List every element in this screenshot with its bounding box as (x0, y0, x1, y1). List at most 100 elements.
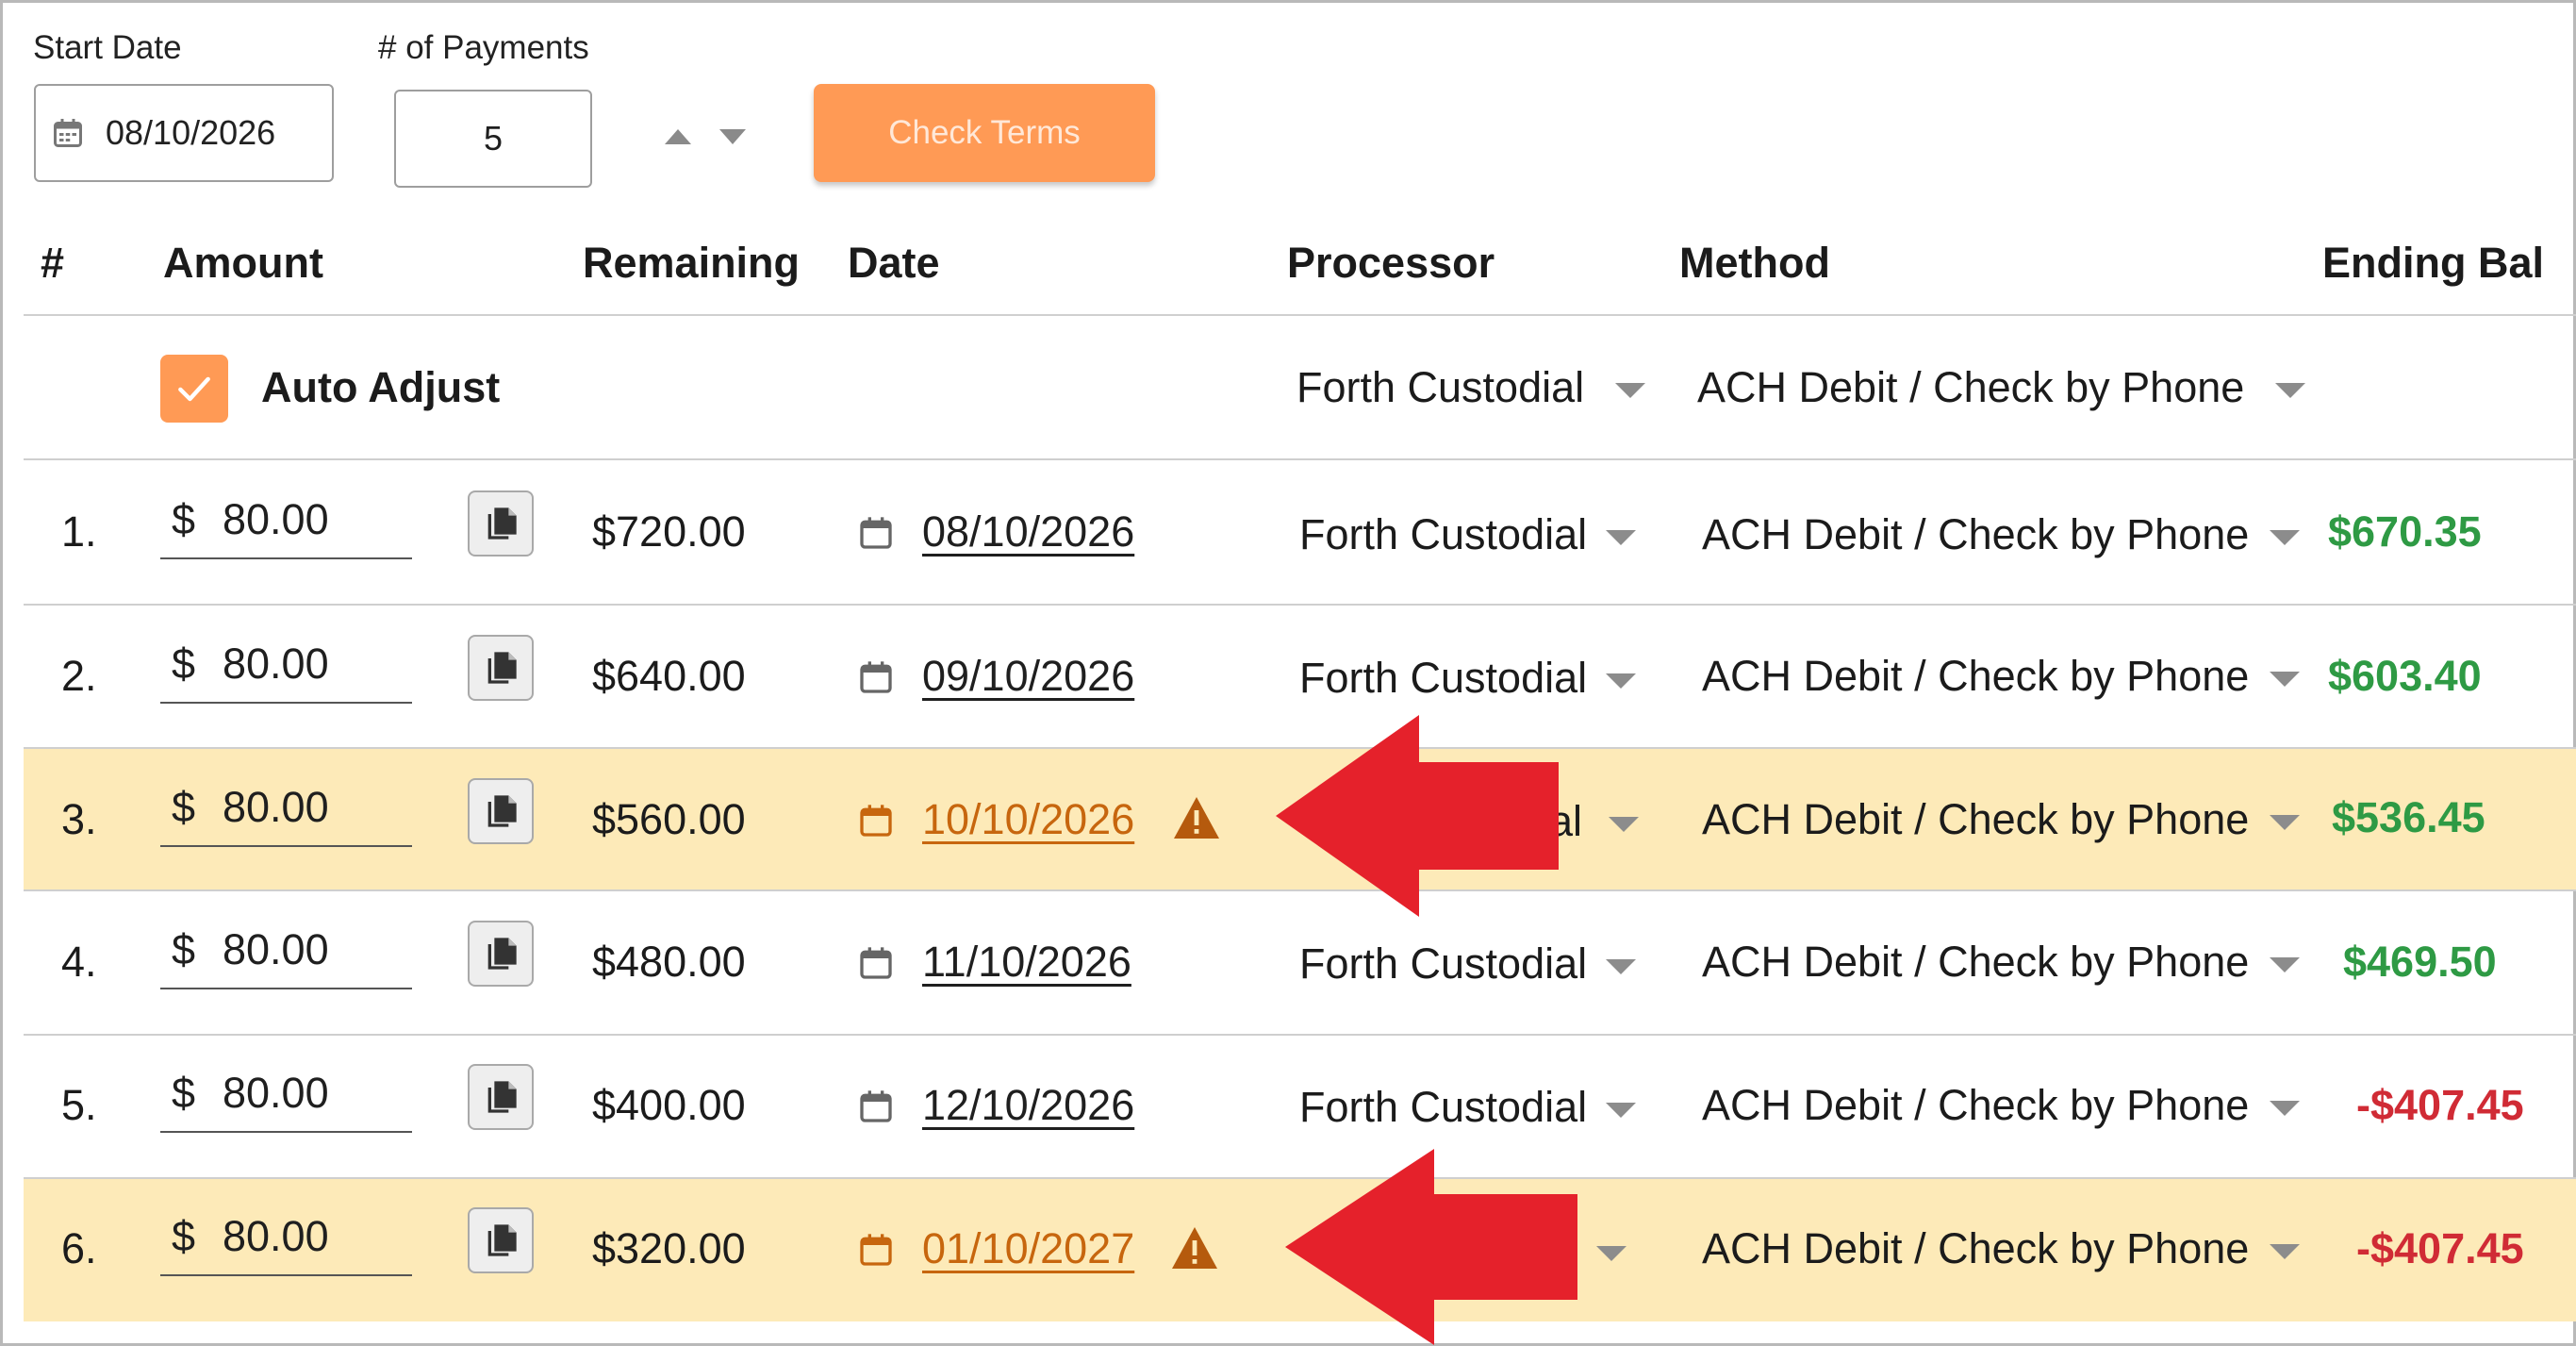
processor-select[interactable]: Forth Custodial (1299, 1083, 1637, 1132)
currency-symbol: $ (172, 783, 196, 831)
decrement-arrow-icon[interactable] (719, 129, 746, 144)
copy-button[interactable] (468, 778, 534, 844)
col-header-method: Method (1679, 239, 1830, 287)
remaining-value: $400.00 (592, 1081, 746, 1129)
payment-date-link[interactable]: 10/10/2026 (922, 795, 1134, 844)
row-number: 3. (61, 795, 97, 843)
currency-symbol: $ (172, 1069, 196, 1117)
processor-value: Forth Custodial (1299, 654, 1588, 702)
currency-symbol: $ (172, 640, 196, 688)
processor-select[interactable]: Forth Custodial (1299, 939, 1637, 989)
chevron-down-icon (1606, 530, 1637, 546)
currency-symbol: $ (172, 1212, 196, 1260)
start-date-input[interactable]: 08/10/2026 (34, 84, 334, 182)
copy-icon (487, 795, 517, 827)
chevron-down-icon (1606, 1103, 1637, 1119)
payment-date-link[interactable]: 09/10/2026 (922, 652, 1134, 701)
remaining-value: $480.00 (592, 938, 746, 986)
method-value: ACH Debit / Check by Phone (1702, 938, 2250, 986)
copy-button[interactable] (468, 635, 534, 701)
divider (24, 604, 2576, 606)
processor-select[interactable]: Forth Custodial (1299, 654, 1637, 703)
method-select[interactable]: ACH Debit / Check by Phone (1702, 1224, 2301, 1273)
amount-input[interactable]: $80.00 (160, 914, 412, 989)
copy-icon (487, 507, 517, 540)
payments-count-label: # of Payments (378, 29, 589, 66)
ending-balance: $536.45 (2332, 793, 2485, 841)
chevron-down-icon (1596, 1246, 1627, 1262)
processor-value: Forth Custodial (1299, 510, 1588, 558)
amount-input[interactable]: $80.00 (160, 1201, 412, 1276)
copy-button[interactable] (468, 490, 534, 557)
chevron-down-icon (1606, 959, 1637, 975)
divider (24, 1034, 2576, 1036)
row-number: 1. (61, 507, 97, 556)
amount-value: 80.00 (223, 1069, 329, 1117)
calendar-icon (857, 943, 895, 988)
payment-date-link[interactable]: 01/10/2027 (922, 1224, 1134, 1273)
chevron-down-icon (1606, 673, 1637, 690)
amount-value: 80.00 (223, 783, 329, 831)
payment-schedule-panel: Start Date 08/10/2026 # of Payments 5 Ch… (0, 0, 2576, 1346)
remaining-value: $720.00 (592, 507, 746, 556)
row-number: 4. (61, 938, 97, 986)
default-processor-value: Forth Custodial (1296, 363, 1585, 411)
chevron-down-icon (1609, 817, 1640, 833)
method-select[interactable]: ACH Debit / Check by Phone (1702, 938, 2301, 987)
method-select[interactable]: ACH Debit / Check by Phone (1702, 510, 2301, 559)
check-terms-button[interactable]: Check Terms (814, 84, 1155, 182)
checkmark-icon (178, 376, 210, 402)
copy-icon (487, 652, 517, 684)
amount-input[interactable]: $80.00 (160, 628, 412, 704)
payment-date-link[interactable]: 11/10/2026 (922, 938, 1131, 987)
remaining-value: $640.00 (592, 652, 746, 700)
copy-button[interactable] (468, 1207, 534, 1273)
red-arrow-annotation (1285, 1149, 1577, 1345)
auto-adjust-label: Auto Adjust (261, 363, 501, 411)
chevron-down-icon (2274, 383, 2305, 399)
copy-icon (487, 1224, 517, 1256)
warning-icon (1170, 1225, 1219, 1275)
remaining-value: $560.00 (592, 795, 746, 843)
default-method-select[interactable]: ACH Debit / Check by Phone (1697, 363, 2305, 412)
method-select[interactable]: ACH Debit / Check by Phone (1702, 795, 2301, 844)
row-number: 6. (61, 1224, 97, 1272)
copy-icon (487, 938, 517, 970)
calendar-icon (857, 1230, 895, 1274)
amount-value: 80.00 (223, 495, 329, 543)
start-date-value: 08/10/2026 (106, 113, 276, 152)
method-value: ACH Debit / Check by Phone (1702, 1224, 2250, 1272)
method-value: ACH Debit / Check by Phone (1702, 652, 2250, 700)
amount-input[interactable]: $80.00 (160, 484, 412, 559)
col-header-ending-bal: Ending Bal (2322, 239, 2544, 287)
processor-select[interactable]: Forth Custodial (1299, 510, 1637, 559)
default-method-value: ACH Debit / Check by Phone (1697, 363, 2245, 411)
increment-arrow-icon[interactable] (665, 129, 691, 144)
payments-count-input[interactable]: 5 (394, 90, 592, 188)
red-arrow-annotation (1276, 715, 1559, 917)
amount-value: 80.00 (223, 1212, 329, 1260)
method-select[interactable]: ACH Debit / Check by Phone (1702, 1081, 2301, 1130)
row-number: 2. (61, 652, 97, 700)
amount-value: 80.00 (223, 925, 329, 973)
calendar-icon (51, 116, 85, 150)
default-processor-select[interactable]: Forth Custodial (1296, 363, 1645, 412)
copy-icon (487, 1081, 517, 1113)
currency-symbol: $ (172, 925, 196, 973)
copy-button[interactable] (468, 1064, 534, 1130)
chevron-down-icon (2270, 957, 2301, 973)
auto-adjust-checkbox[interactable] (160, 355, 228, 423)
processor-value: Forth Custodial (1299, 1083, 1588, 1131)
divider (24, 458, 2576, 460)
copy-button[interactable] (468, 921, 534, 987)
method-select[interactable]: ACH Debit / Check by Phone (1702, 652, 2301, 701)
calendar-icon (857, 513, 895, 557)
calendar-icon (857, 1087, 895, 1131)
amount-input[interactable]: $80.00 (160, 1057, 412, 1133)
ending-balance: $603.40 (2328, 652, 2482, 700)
calendar-icon (857, 801, 895, 845)
ending-balance: $670.35 (2328, 507, 2482, 556)
amount-input[interactable]: $80.00 (160, 772, 412, 847)
payment-date-link[interactable]: 12/10/2026 (922, 1081, 1134, 1130)
payment-date-link[interactable]: 08/10/2026 (922, 507, 1134, 557)
